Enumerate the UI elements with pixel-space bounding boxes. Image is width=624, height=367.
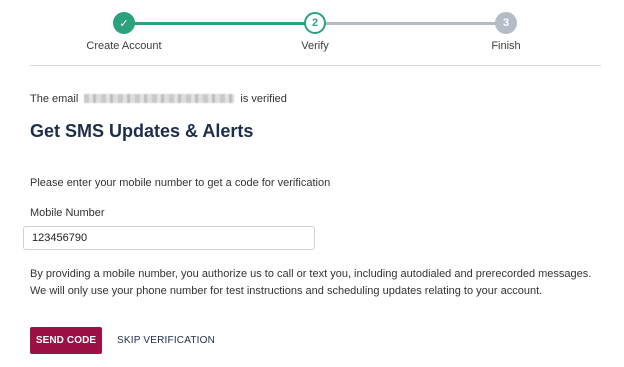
progress-stepper: ✓ 2 3 Create Account Verify Finish (0, 0, 624, 66)
sms-verification-page: ✓ 2 3 Create Account Verify Finish The e… (0, 0, 624, 367)
page-title: Get SMS Updates & Alerts (30, 121, 254, 141)
send-code-button[interactable]: SEND CODE (30, 327, 102, 354)
step-3-label: Finish (491, 40, 521, 52)
stepper-track-upcoming (315, 22, 506, 25)
skip-verification-link[interactable]: SKIP VERIFICATION (117, 335, 215, 346)
header-divider (30, 65, 601, 66)
step-2-marker: 2 (304, 12, 326, 34)
email-verified-prefix: The email (30, 93, 79, 105)
step-3-marker: 3 (495, 12, 517, 34)
stepper-track-complete (124, 22, 315, 25)
mobile-number-input[interactable] (23, 226, 315, 250)
redacted-email (84, 94, 235, 103)
email-verified-message: The email is verified (30, 93, 287, 105)
email-verified-suffix: is verified (240, 93, 287, 105)
step-1-check-icon: ✓ (113, 12, 135, 34)
mobile-number-label: Mobile Number (30, 207, 105, 219)
step-2-label: Verify (301, 40, 329, 52)
instructions-text: Please enter your mobile number to get a… (30, 177, 331, 189)
consent-disclaimer: By providing a mobile number, you author… (30, 268, 592, 297)
step-1-label: Create Account (86, 40, 162, 52)
